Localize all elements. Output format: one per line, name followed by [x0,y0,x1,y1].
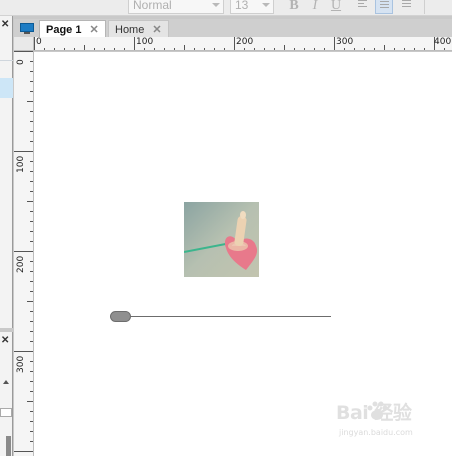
align-right-icon [402,0,411,9]
photo-heart-icon[interactable] [184,202,259,277]
ruler-label: 200 [236,37,254,47]
vertical-ruler: 0 100 200 300 [14,51,34,456]
ruler-label: 300 [336,37,354,47]
chevron-down-icon [212,3,220,7]
ruler-ticks [14,51,33,452]
scrollbar[interactable] [6,436,11,456]
bold-icon: B [289,0,299,13]
close-icon[interactable]: ✕ [152,23,161,36]
expand-triangle-icon[interactable] [3,380,9,384]
ruler-label: 0 [36,37,42,47]
tab-label: Home [115,24,145,36]
font-size-select[interactable]: 13 [230,0,274,14]
font-size-value: 13 [235,0,249,12]
watermark-url: jingyan.baidu.com [339,428,413,437]
axure-editor: Normal 13 B I U ✕ ✕ Page 1 ✕ Home ✕ 0 10… [0,0,452,456]
panel-divider [0,60,13,61]
font-style-select[interactable]: Normal [128,0,224,14]
bold-button[interactable]: B [285,0,303,14]
italic-icon: I [312,0,318,13]
italic-button[interactable]: I [306,0,324,14]
close-icon[interactable]: ✕ [1,19,9,30]
format-toolbar: Normal 13 B I U [0,0,452,16]
align-center-icon [380,1,389,10]
ruler-corner [14,37,34,51]
design-canvas[interactable] [34,52,452,456]
slider[interactable] [110,310,332,324]
slider-handle[interactable] [110,311,131,322]
tab-home[interactable]: Home ✕ [108,20,169,37]
align-left-icon [358,0,367,9]
tab-page-1[interactable]: Page 1 ✕ [39,20,106,37]
baidu-jingyan-watermark: Bai 经验 jingyan.baidu.com [336,398,448,444]
align-right-button[interactable] [398,0,416,14]
chevron-down-icon [262,3,270,7]
ruler-label: 300 [16,355,26,373]
ruler-label: 200 [16,255,26,273]
ruler-label: 100 [16,155,26,173]
ruler-label: 100 [136,37,154,47]
pages-panel: ✕ [0,16,13,328]
underline-icon: U [330,0,342,13]
sitemap-toggle-button[interactable] [18,21,36,35]
close-icon[interactable]: ✕ [89,23,98,36]
font-style-value: Normal [133,0,172,12]
monitor-icon [20,23,34,32]
align-left-button[interactable] [354,0,372,14]
page-tab-bar: Page 1 ✕ Home ✕ [14,19,452,37]
horizontal-ruler: 0 100 200 300 400 [34,37,452,51]
search-field[interactable] [0,408,12,417]
align-center-button[interactable] [375,0,393,14]
underline-button[interactable]: U [327,0,345,14]
selected-page-item[interactable] [0,78,13,98]
close-icon[interactable]: ✕ [1,335,9,346]
widgets-panel: ✕ [0,332,13,456]
more-format-button[interactable] [424,0,438,14]
ruler-label: 0 [16,59,26,65]
tab-label: Page 1 [46,24,82,36]
paw-logo-icon [367,401,388,420]
ruler-label: 400 [434,37,452,47]
slider-track[interactable] [120,316,331,317]
